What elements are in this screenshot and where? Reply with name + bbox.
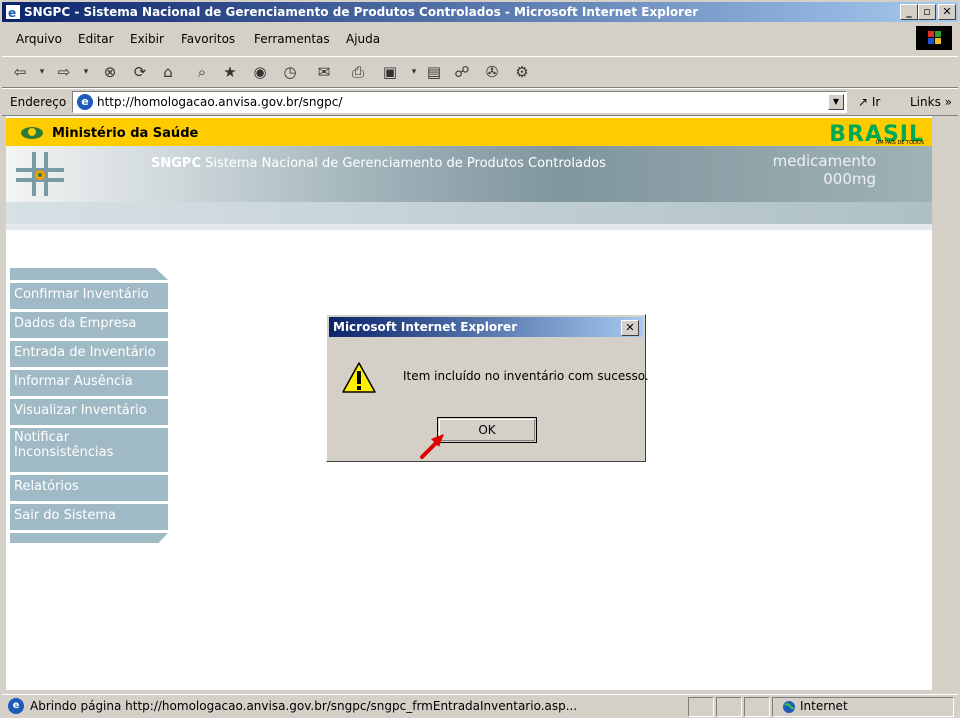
menu-ajuda[interactable]: Ajuda xyxy=(346,32,380,46)
side-navigation: Confirmar Inventário Dados da Empresa En… xyxy=(10,268,168,543)
status-bar: e Abrindo página http://homologacao.anvi… xyxy=(2,694,958,717)
system-header: SNGPC Sistema Nacional de Gerenciamento … xyxy=(6,146,932,202)
menu-bar: Arquivo Editar Exibir Favoritos Ferramen… xyxy=(2,28,958,50)
window-titlebar[interactable]: e SNGPC - Sistema Nacional de Gerenciame… xyxy=(2,2,958,22)
ministry-icon xyxy=(20,124,44,143)
forward-icon[interactable]: ⇨ xyxy=(54,62,74,82)
nav-item-informar-ausencia[interactable]: Informar Ausência xyxy=(10,370,168,396)
status-text: Abrindo página http://homologacao.anvisa… xyxy=(30,699,578,713)
nav-item-visualizar-inventario[interactable]: Visualizar Inventário xyxy=(10,399,168,425)
globe-icon xyxy=(782,700,796,717)
history-icon[interactable]: ◷ xyxy=(280,62,300,82)
loading-page-icon: e xyxy=(8,698,24,714)
red-arrow-pointer-icon xyxy=(418,432,448,460)
menu-editar[interactable]: Editar xyxy=(78,32,114,46)
system-title: SNGPC Sistema Nacional de Gerenciamento … xyxy=(151,156,606,171)
medicine-graphic: medicamento 000mg xyxy=(773,152,876,188)
back-icon[interactable]: ⇦ xyxy=(10,62,30,82)
nav-item-confirmar-inventario[interactable]: Confirmar Inventário xyxy=(10,283,168,309)
menu-ferramentas[interactable]: Ferramentas xyxy=(254,32,330,46)
ministry-name: Ministério da Saúde xyxy=(52,126,199,141)
edit-dropdown-icon[interactable]: ▾ xyxy=(404,62,424,82)
status-panel xyxy=(744,697,770,717)
alert-dialog: Microsoft Internet Explorer ✕ Item inclu… xyxy=(326,314,649,462)
stop-icon[interactable]: ⊗ xyxy=(100,62,120,82)
links-label[interactable]: Links xyxy=(910,95,941,109)
home-icon[interactable]: ⌂ xyxy=(158,62,178,82)
media-icon[interactable]: ◉ xyxy=(250,62,270,82)
nav-item-relatorios[interactable]: Relatórios xyxy=(10,475,168,501)
address-label: Endereço xyxy=(10,95,67,109)
dialog-titlebar[interactable]: Microsoft Internet Explorer ✕ xyxy=(329,317,643,337)
menu-favoritos[interactable]: Favoritos xyxy=(181,32,235,46)
medicine-line-1: medicamento xyxy=(772,152,876,170)
ok-button[interactable]: OK xyxy=(437,417,537,443)
address-input[interactable]: e http://homologacao.anvisa.gov.br/sngpc… xyxy=(72,91,847,113)
nav-item-notificar-inconsistencias[interactable]: Notificar Inconsistências xyxy=(10,428,168,472)
go-button[interactable]: ↗ Ir xyxy=(858,95,880,109)
go-label[interactable]: Ir xyxy=(872,95,880,109)
status-panel xyxy=(716,697,742,717)
favorites-icon[interactable]: ★ xyxy=(220,62,240,82)
nav-item-sair[interactable]: Sair do Sistema xyxy=(10,504,168,530)
system-short: SNGPC xyxy=(151,156,201,171)
minimize-button[interactable]: _ xyxy=(900,4,918,20)
menu-arquivo[interactable]: Arquivo xyxy=(16,32,62,46)
warning-icon xyxy=(341,361,377,395)
nav-item-dados-empresa[interactable]: Dados da Empresa xyxy=(10,312,168,338)
dialog-close-button[interactable]: ✕ xyxy=(621,320,639,336)
zone-label: Internet xyxy=(800,699,848,713)
medicine-line-2: 000mg xyxy=(823,170,876,188)
status-panel xyxy=(688,697,714,717)
page-icon: e xyxy=(77,94,93,110)
header-band xyxy=(6,202,932,224)
svg-text:e: e xyxy=(8,6,16,19)
nav-top-cap xyxy=(10,268,168,280)
dialog-message: Item incluído no inventário com sucesso. xyxy=(403,369,649,383)
windows-logo-icon xyxy=(916,26,952,50)
tools-icon[interactable]: ⚙ xyxy=(512,62,532,82)
address-url[interactable]: http://homologacao.anvisa.gov.br/sngpc/ xyxy=(97,95,342,109)
links-button[interactable]: Links » xyxy=(910,95,952,109)
discuss-icon[interactable]: ▤ xyxy=(424,62,444,82)
gov-banner: Ministério da Saúde BRASIL UM PAÍS DE TO… xyxy=(6,118,932,147)
mail-icon[interactable]: ✉ xyxy=(314,62,334,82)
edit-icon[interactable]: ▣ xyxy=(380,62,400,82)
back-dropdown-icon[interactable]: ▾ xyxy=(32,62,52,82)
nav-item-entrada-inventario[interactable]: Entrada de Inventário xyxy=(10,341,168,367)
system-name: Sistema Nacional de Gerenciamento de Pro… xyxy=(205,156,606,171)
refresh-icon[interactable]: ⟳ xyxy=(130,62,150,82)
address-dropdown-icon[interactable]: ▼ xyxy=(828,94,844,110)
research-icon[interactable]: ✇ xyxy=(482,62,502,82)
messenger-icon[interactable]: ☍ xyxy=(452,62,472,82)
window-title: SNGPC - Sistema Nacional de Gerenciament… xyxy=(24,5,699,19)
print-icon[interactable]: ⎙ xyxy=(348,62,368,82)
close-button[interactable]: ✕ xyxy=(938,4,956,20)
toolbar: ⇦ ▾ ⇨ ▾ ⊗ ⟳ ⌂ ⌕ ★ ◉ ◷ ✉ ⎙ ▣ ▾ ▤ ☍ ✇ ⚙ xyxy=(2,56,958,88)
menu-exibir[interactable]: Exibir xyxy=(130,32,164,46)
maximize-button[interactable]: ▫ xyxy=(918,4,936,20)
forward-dropdown-icon[interactable]: ▾ xyxy=(76,62,96,82)
header-separator xyxy=(6,224,932,230)
search-icon[interactable]: ⌕ xyxy=(192,62,212,82)
address-bar: Endereço e http://homologacao.anvisa.gov… xyxy=(2,88,958,116)
ie-icon: e xyxy=(6,5,20,20)
nav-bottom-cap xyxy=(10,533,168,543)
anvisa-logo-icon xyxy=(12,148,68,200)
dialog-title: Microsoft Internet Explorer xyxy=(333,320,518,334)
page-scrollbar[interactable] xyxy=(932,116,958,690)
